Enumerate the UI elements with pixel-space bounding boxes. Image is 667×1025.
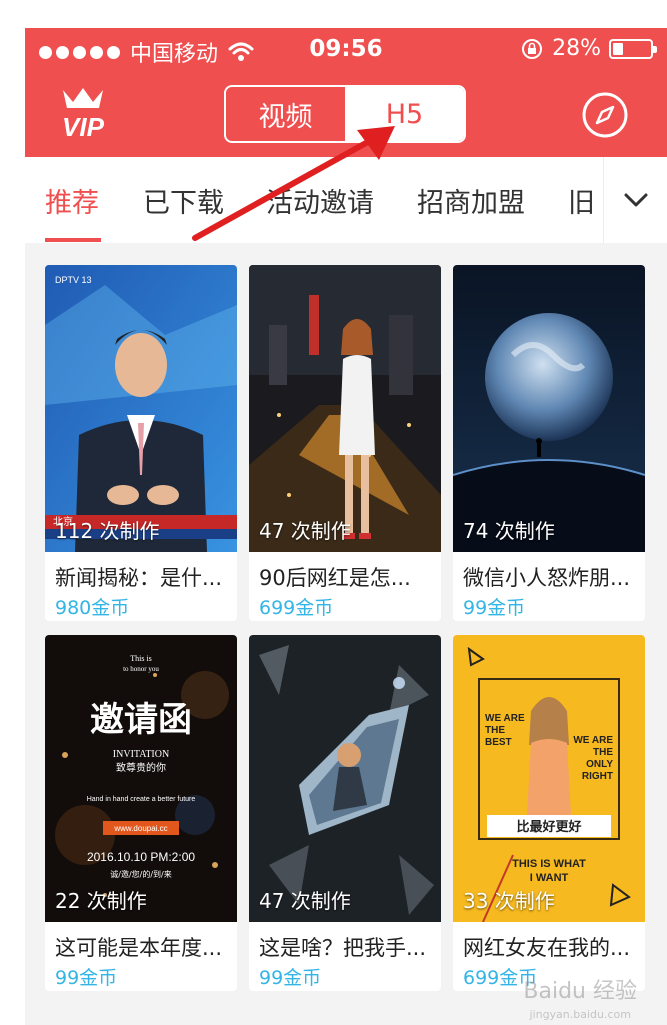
svg-text:to honor you: to honor you <box>123 665 159 673</box>
card-title: 微信小人怒炸朋... <box>463 566 631 590</box>
card-thumbnail: This is to honor you 邀请函 INVITATION 致尊贵的… <box>45 635 237 922</box>
template-card[interactable]: This is to honor you 邀请函 INVITATION 致尊贵的… <box>45 635 237 991</box>
card-thumbnail: 47 次制作 <box>249 265 441 552</box>
card-price: 699金币 <box>259 597 334 619</box>
svg-text:RIGHT: RIGHT <box>582 771 613 782</box>
tab-recommended[interactable]: 推荐 <box>45 181 99 220</box>
phone-screen: 中国移动 09:56 28% VIP 视频 H5 推荐 已下载 活动邀请 招商加… <box>25 28 667 1025</box>
segment-video[interactable]: 视频 <box>226 87 345 141</box>
card-usage-count: 47 次制作 <box>259 519 351 543</box>
template-card[interactable]: 47 次制作 这是啥？把我手... 99金币 <box>249 635 441 991</box>
status-bar: 中国移动 09:56 28% <box>25 28 667 70</box>
svg-text:THE: THE <box>485 725 505 736</box>
card-price: 980金币 <box>55 597 130 619</box>
content-type-toggle: 视频 H5 <box>224 85 466 143</box>
app-header: 中国移动 09:56 28% VIP 视频 H5 <box>25 28 667 157</box>
svg-text:WE ARE: WE ARE <box>573 735 613 746</box>
svg-text:Hand in hand create a better f: Hand in hand create a better future <box>87 796 196 803</box>
svg-text:ONLY: ONLY <box>586 759 613 770</box>
svg-text:DPTV 13: DPTV 13 <box>55 275 92 285</box>
tab-franchise[interactable]: 招商加盟 <box>417 181 525 220</box>
svg-text:THE: THE <box>593 747 613 758</box>
card-price: 99金币 <box>259 967 322 989</box>
card-title: 这可能是本年度... <box>55 936 223 960</box>
tab-partial[interactable]: 旧 <box>568 181 595 220</box>
card-usage-count: 22 次制作 <box>55 889 147 913</box>
card-title: 90后网红是怎... <box>259 566 411 590</box>
tab-downloaded[interactable]: 已下载 <box>143 181 224 220</box>
vip-icon[interactable]: VIP <box>53 86 113 140</box>
svg-text:邀请函: 邀请函 <box>90 700 192 740</box>
svg-text:2016.10.10 PM:2:00: 2016.10.10 PM:2:00 <box>87 850 195 864</box>
card-price: 99金币 <box>55 967 118 989</box>
card-thumbnail: 47 次制作 <box>249 635 441 922</box>
template-card[interactable]: 47 次制作 90后网红是怎... 699金币 <box>249 265 441 621</box>
expand-tabs-button[interactable] <box>603 157 667 243</box>
vip-label: VIP <box>62 112 105 140</box>
card-usage-count: 47 次制作 <box>259 889 351 913</box>
card-usage-count: 33 次制作 <box>463 889 555 913</box>
template-card[interactable]: WE ARE THE BEST WE ARE THE ONLY RIGHT 比最… <box>453 635 645 991</box>
compass-icon[interactable] <box>581 91 629 139</box>
svg-text:THIS IS WHAT: THIS IS WHAT <box>512 858 586 870</box>
card-title: 这是啥？把我手... <box>259 936 427 960</box>
svg-text:INVITATION: INVITATION <box>113 749 169 760</box>
rotation-lock-icon <box>522 38 543 59</box>
battery-percent: 28% <box>552 36 601 61</box>
card-price: 99金币 <box>463 597 526 619</box>
card-thumbnail: DPTV 13 北京 112 次制作 <box>45 265 237 552</box>
card-thumbnail: 74 次制作 <box>453 265 645 552</box>
svg-text:诚/邀/您/的/到/来: 诚/邀/您/的/到/来 <box>110 869 171 879</box>
card-usage-count: 74 次制作 <box>463 519 555 543</box>
battery-icon <box>609 38 657 59</box>
baidu-watermark: Baidu 经验 <box>523 979 637 1004</box>
segment-h5[interactable]: H5 <box>345 87 464 141</box>
template-card[interactable]: DPTV 13 北京 112 次制作 新闻揭秘：是什... 980金币 <box>45 265 237 621</box>
card-usage-count: 112 次制作 <box>55 519 160 543</box>
category-tabs: 推荐 已下载 活动邀请 招商加盟 旧 <box>25 157 667 243</box>
svg-text:BEST: BEST <box>485 737 512 748</box>
svg-text:WE ARE: WE ARE <box>485 713 525 724</box>
svg-text:This is: This is <box>130 654 152 663</box>
baidu-watermark-url: jingyan.baidu.com <box>529 1008 631 1021</box>
card-thumbnail: WE ARE THE BEST WE ARE THE ONLY RIGHT 比最… <box>453 635 645 922</box>
chevron-down-icon <box>624 193 647 207</box>
svg-text:www.doupai.cc: www.doupai.cc <box>113 824 167 833</box>
card-title: 网红女友在我的... <box>463 936 631 960</box>
tab-event-invitation[interactable]: 活动邀请 <box>266 181 374 220</box>
card-title: 新闻揭秘：是什... <box>55 566 223 590</box>
svg-text:I WANT: I WANT <box>530 872 569 884</box>
active-tab-indicator <box>45 238 101 242</box>
template-card[interactable]: 74 次制作 微信小人怒炸朋... 99金币 <box>453 265 645 621</box>
svg-text:比最好更好: 比最好更好 <box>516 819 581 835</box>
svg-text:致尊贵的你: 致尊贵的你 <box>116 761 166 774</box>
